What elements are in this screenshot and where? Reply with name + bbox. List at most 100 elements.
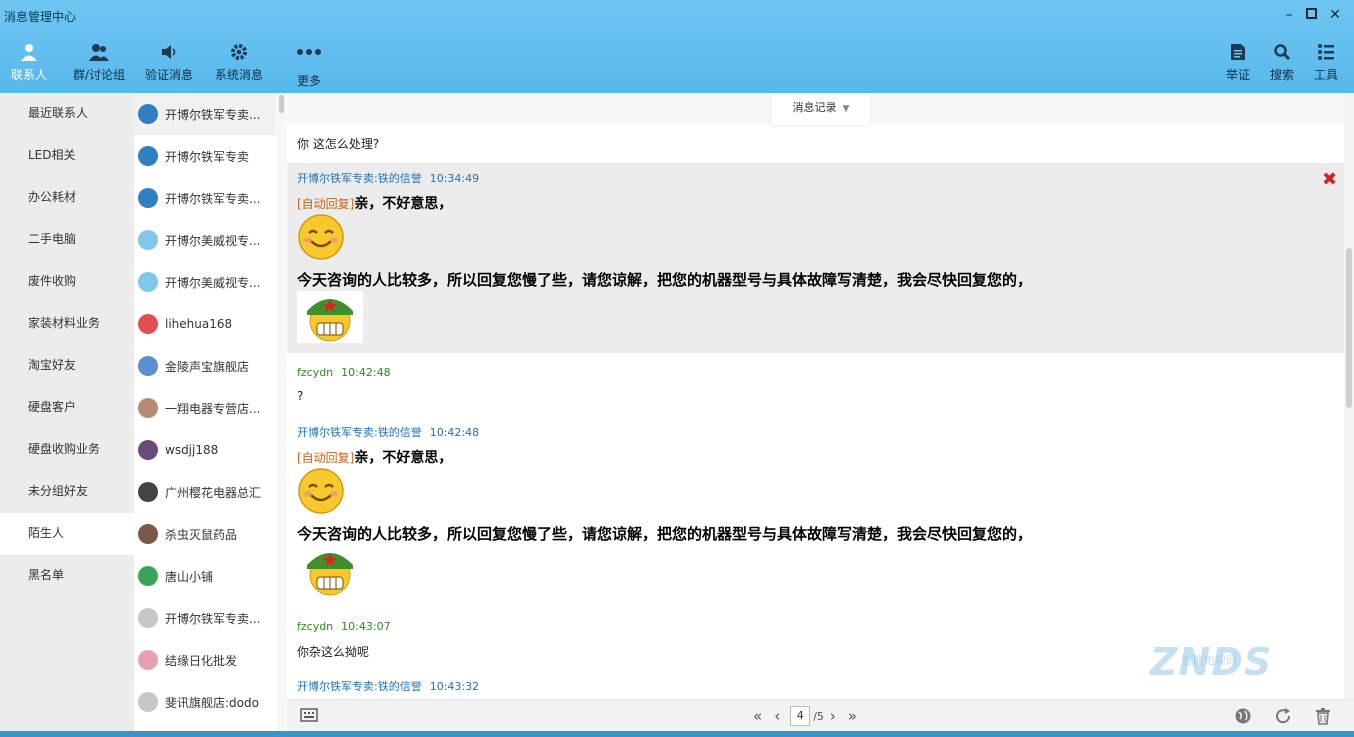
page-total: /5: [813, 709, 824, 723]
selected-message: [287, 163, 1344, 353]
window-title: 消息管理中心: [4, 10, 77, 24]
group-item[interactable]: LED相关: [0, 135, 134, 177]
nav-system[interactable]: 系统消息: [204, 40, 274, 90]
nav-report[interactable]: 举证: [1216, 40, 1260, 90]
avatar: [138, 524, 158, 544]
nav-search[interactable]: 搜索: [1260, 40, 1304, 90]
speaker-icon: [134, 40, 204, 64]
contact-name: 斐讯旗舰店:dodo: [165, 695, 259, 710]
window-bottom-edge: [0, 731, 1354, 737]
contact-name: 开博尔铁军专卖...: [165, 107, 261, 122]
avatar: [138, 440, 158, 460]
maximize-icon[interactable]: [1301, 6, 1321, 24]
scroll-thumb[interactable]: [1346, 248, 1352, 408]
contact-item[interactable]: 金陵声宝旗舰店: [134, 345, 276, 387]
watermark-subtitle: 智能电视网: [1182, 654, 1237, 667]
nav-label: 群/讨论组: [72, 68, 126, 82]
trash-icon[interactable]: [1315, 707, 1331, 728]
refresh-icon[interactable]: [1274, 707, 1292, 728]
nav-contacts[interactable]: 联系人: [0, 40, 64, 90]
nav-label: 验证消息: [144, 68, 193, 82]
last-page-icon[interactable]: »: [848, 707, 857, 725]
nav-label: 搜索: [1269, 68, 1294, 82]
minimize-icon[interactable]: –: [1279, 6, 1299, 24]
contact-name: 开博尔美威视专...: [165, 233, 261, 248]
contact-item[interactable]: 开博尔铁军专卖...: [134, 93, 276, 135]
contact-item[interactable]: wsdjj188: [134, 429, 276, 471]
message-header: fzcydn 10:42:48: [297, 366, 391, 379]
history-tab[interactable]: 消息记录 ▼: [772, 93, 870, 125]
group-item[interactable]: 二手电脑: [0, 219, 134, 261]
chevron-down-icon: ▼: [842, 104, 850, 114]
group-item[interactable]: 硬盘客户: [0, 387, 134, 429]
group-item[interactable]: 未分组好友: [0, 471, 134, 513]
contact-item[interactable]: 开博尔铁军专卖...: [134, 597, 276, 639]
next-page-icon[interactable]: ›: [830, 707, 836, 725]
smile-emoji-icon: [297, 213, 345, 264]
message-header: 开博尔铁军专卖:铁的信誉 10:43:32: [297, 680, 480, 693]
contact-item[interactable]: 开博尔铁军专卖: [134, 135, 276, 177]
report-icon: [1216, 40, 1260, 64]
nav-verify[interactable]: 验证消息: [134, 40, 204, 90]
person-icon: [0, 40, 64, 64]
contact-item[interactable]: 广州樱花电器总汇: [134, 471, 276, 513]
nav-groups[interactable]: 群/讨论组: [64, 40, 134, 90]
contact-item[interactable]: 唐山小铺: [134, 555, 276, 597]
avatar: [138, 188, 158, 208]
contact-name: 唐山小铺: [165, 569, 214, 584]
message-text: 你杂这么拗呢: [297, 645, 370, 659]
group-icon: [64, 40, 134, 64]
group-item[interactable]: 家装材料业务: [0, 303, 134, 345]
group-item[interactable]: 硬盘收购业务: [0, 429, 134, 471]
avatar: [138, 356, 158, 376]
contact-name: 杀虫灭鼠药品: [165, 527, 238, 542]
contact-name: 金陵声宝旗舰店: [165, 359, 250, 374]
group-item[interactable]: 黑名单: [0, 555, 134, 597]
contact-item[interactable]: 一翔电器专营店...: [134, 387, 276, 429]
scroll-thumb[interactable]: [279, 95, 284, 113]
first-page-icon[interactable]: «: [753, 707, 762, 725]
soldier-emoji-icon: [297, 291, 363, 346]
right-nav: 举证 搜索 工具: [1216, 40, 1348, 90]
contact-item[interactable]: 斐讯旗舰店:dodo: [134, 681, 276, 723]
group-item[interactable]: 最近联系人: [0, 93, 134, 135]
globe-icon[interactable]: [1234, 707, 1252, 728]
nav-tools[interactable]: 工具: [1304, 40, 1348, 90]
avatar: [138, 650, 158, 670]
prev-page-icon[interactable]: ‹: [774, 707, 780, 725]
page-input[interactable]: 4: [790, 706, 811, 726]
tab-label: 消息记录: [792, 101, 837, 114]
contact-name: 广州樱花电器总汇: [165, 485, 262, 500]
nav-more[interactable]: 更多: [274, 40, 344, 90]
bottom-toolbar: « ‹ 4 /5 › »: [287, 699, 1354, 731]
message-header: 开博尔铁军专卖:铁的信誉 10:42:48: [297, 426, 480, 439]
pager: « ‹ 4 /5 › »: [747, 706, 863, 726]
avatar: [138, 104, 158, 124]
group-item-strangers[interactable]: 陌生人: [0, 513, 134, 555]
delete-message-icon[interactable]: ✖: [1322, 169, 1337, 190]
contact-item[interactable]: 开博尔美威视专...: [134, 219, 276, 261]
keyboard-icon[interactable]: [300, 707, 318, 726]
contact-scrollbar[interactable]: [277, 93, 286, 737]
contact-item[interactable]: 结缘日化批发: [134, 639, 276, 681]
avatar: [138, 272, 158, 292]
gear-icon: [204, 40, 274, 64]
avatar: [138, 692, 158, 712]
chat-scrollbar[interactable]: [1344, 93, 1354, 699]
contact-item[interactable]: lihehua168: [134, 303, 276, 345]
avatar: [138, 230, 158, 250]
avatar: [138, 398, 158, 418]
contact-item[interactable]: 开博尔美威视专...: [134, 261, 276, 303]
contact-item[interactable]: 开博尔铁军专卖...: [134, 177, 276, 219]
close-icon[interactable]: ✕: [1325, 6, 1345, 24]
contact-item[interactable]: 杀虫灭鼠药品: [134, 513, 276, 555]
contact-name: 一翔电器专营店...: [165, 401, 261, 416]
group-item[interactable]: 废件收购: [0, 261, 134, 303]
nav-label: 更多: [296, 74, 321, 88]
group-item[interactable]: 办公耗材: [0, 177, 134, 219]
message-header: fzcydn 10:43:07: [297, 620, 391, 633]
avatar: [138, 482, 158, 502]
avatar: [138, 314, 158, 334]
message-text: 今天咨询的人比较多，所以回复您慢了些，请您谅解，把您的机器型号与具体故障写清楚，…: [297, 271, 1033, 289]
group-item[interactable]: 淘宝好友: [0, 345, 134, 387]
